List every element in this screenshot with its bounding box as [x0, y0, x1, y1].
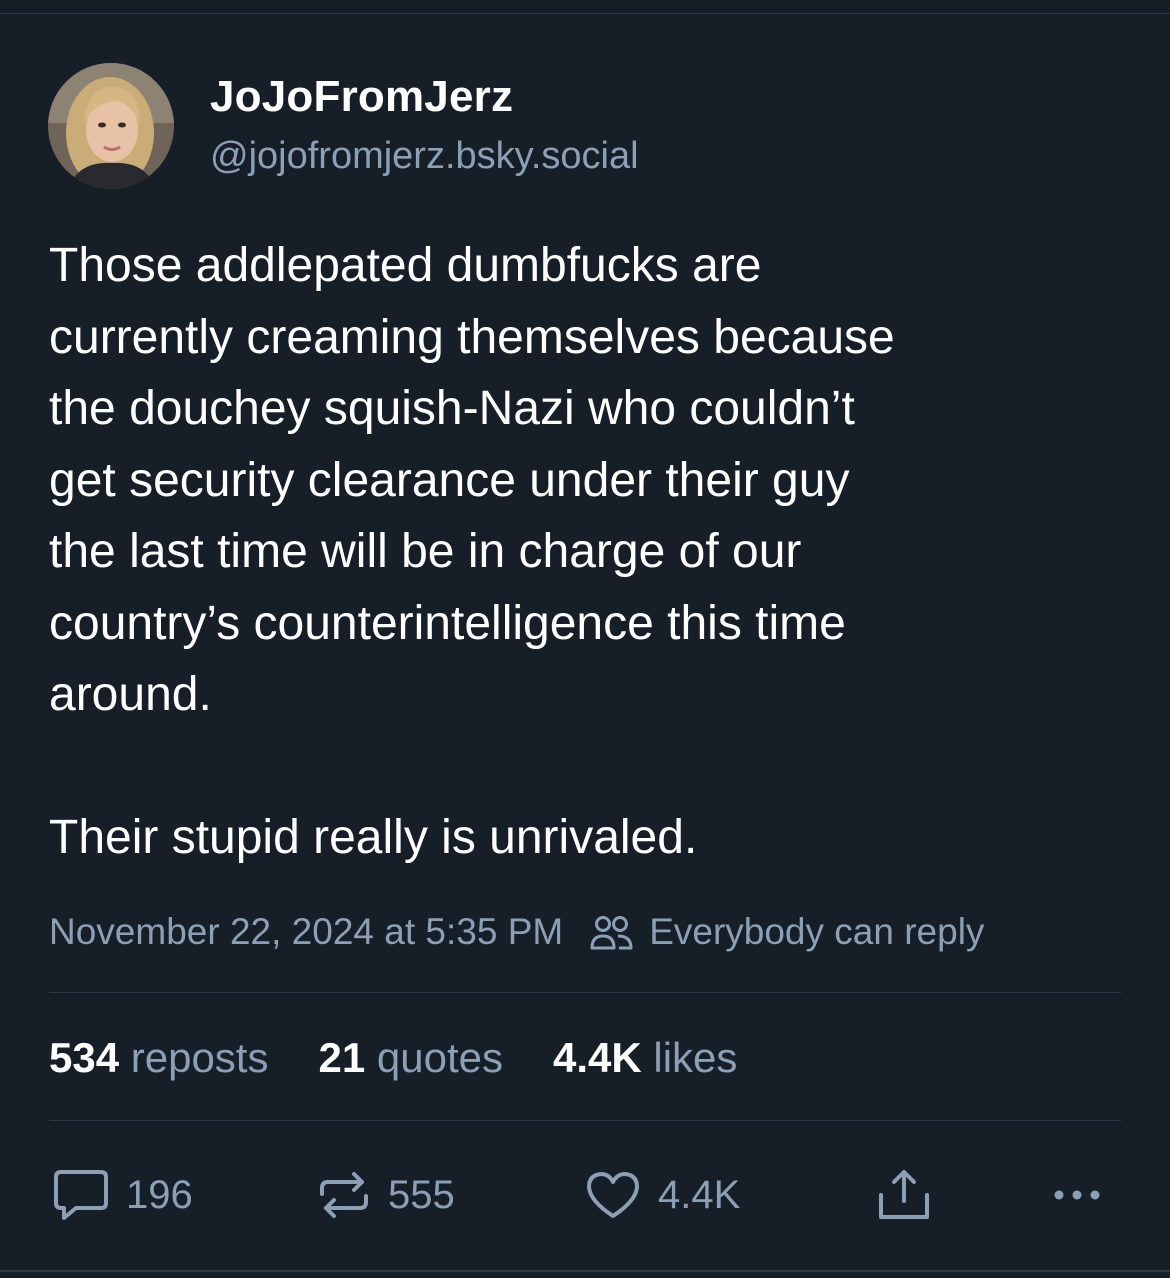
author-display-name[interactable]: JoJoFromJerz — [210, 72, 513, 122]
reply-button[interactable]: 196 — [52, 1166, 193, 1224]
people-icon — [590, 916, 633, 950]
top-divider — [0, 13, 1170, 14]
reply-count: 196 — [126, 1172, 193, 1217]
engagement-stats: 534 reposts 21 quotes 4.4K likes — [49, 1032, 787, 1084]
post-meta: November 22, 2024 at 5:35 PM Everybody c… — [49, 908, 984, 956]
post-closing-line: Their stupid really is unrivaled. — [49, 811, 698, 864]
bottom-divider — [0, 1270, 1170, 1272]
reposts-stat[interactable]: 534 reposts — [49, 1034, 268, 1082]
post-line: country’s counterintelligence this time — [49, 596, 846, 650]
quotes-label: quotes — [376, 1034, 503, 1081]
avatar[interactable] — [48, 63, 174, 189]
quotes-count: 21 — [318, 1034, 366, 1081]
repost-count: 555 — [388, 1172, 455, 1217]
reposts-count: 534 — [49, 1034, 120, 1081]
likes-stat[interactable]: 4.4K likes — [553, 1034, 737, 1082]
speech-bubble-icon — [54, 1170, 108, 1220]
like-button[interactable]: 4.4K — [584, 1166, 740, 1224]
heart-icon — [587, 1172, 639, 1218]
meta-divider — [49, 992, 1121, 993]
post-line: around. — [49, 668, 212, 721]
author-handle[interactable]: @jojofromjerz.bsky.social — [210, 135, 639, 178]
repost-arrows-icon — [320, 1172, 368, 1218]
ellipsis-icon — [1054, 1190, 1100, 1200]
post-timestamp[interactable]: November 22, 2024 at 5:35 PM — [49, 911, 563, 953]
likes-count: 4.4K — [552, 1034, 642, 1081]
post-thread-view: JoJoFromJerz @jojofromjerz.bsky.social T… — [0, 0, 1170, 1278]
share-upload-icon — [879, 1170, 929, 1219]
like-count: 4.4K — [658, 1172, 741, 1217]
reply-setting-label: Everybody can reply — [649, 911, 985, 952]
post-line: currently creaming themselves because — [49, 310, 895, 364]
reposts-label: reposts — [130, 1034, 269, 1081]
post-line: Those addlepated dumbfucks are — [49, 239, 762, 292]
reply-setting: Everybody can reply — [589, 911, 984, 953]
post-line: the last time will be in charge of our — [49, 525, 802, 578]
more-options-button[interactable] — [1052, 1166, 1106, 1224]
likes-label: likes — [653, 1034, 738, 1081]
quotes-stat[interactable]: 21 quotes — [318, 1034, 503, 1082]
share-button[interactable] — [876, 1166, 932, 1224]
post-line: the douchey squish-Nazi who couldn’t — [49, 382, 855, 435]
post-line: get security clearance under their guy — [49, 453, 850, 507]
stats-divider — [49, 1120, 1121, 1121]
post-body: Those addlepated dumbfucks are currently… — [49, 230, 1129, 874]
repost-button[interactable]: 555 — [316, 1166, 455, 1224]
